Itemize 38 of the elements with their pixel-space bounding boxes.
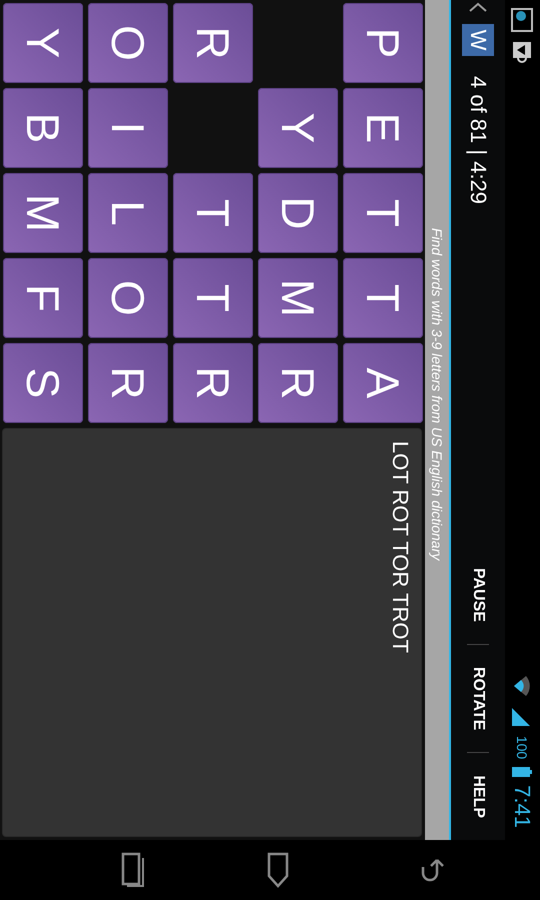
instructions: Find words with 3-9 letters from US English dictionary: [429, 228, 445, 560]
signal-icon: [512, 706, 532, 728]
letter-tile[interactable]: O: [88, 258, 168, 338]
letter-tile[interactable]: F: [3, 258, 83, 338]
home-icon[interactable]: [265, 852, 291, 888]
app-logo[interactable]: W: [462, 24, 494, 56]
progress-title: 4 of 81 | 4:29: [465, 76, 491, 204]
letter-tile[interactable]: R: [88, 343, 168, 423]
letter-tile[interactable]: R: [258, 343, 338, 423]
letter-tile[interactable]: Y: [258, 88, 338, 168]
letter-tile[interactable]: M: [258, 258, 338, 338]
letter-tile[interactable]: I: [88, 88, 168, 168]
letter-tile[interactable]: T: [173, 258, 253, 338]
letter-tile[interactable]: M: [3, 173, 83, 253]
battery-icon: [512, 767, 532, 778]
letter-tile[interactable]: T: [173, 173, 253, 253]
letter-tile[interactable]: A: [343, 343, 423, 423]
back-caret-icon[interactable]: [469, 2, 487, 12]
action-button[interactable]: PAUSE: [469, 554, 487, 636]
letter-tile[interactable]: T: [343, 173, 423, 253]
recents-icon[interactable]: [121, 852, 145, 888]
wifi-icon: [512, 674, 532, 698]
letter-tile[interactable]: P: [343, 3, 423, 83]
letter-tile[interactable]: R: [173, 343, 253, 423]
action-button[interactable]: ROTATE: [469, 652, 487, 744]
letter-tile[interactable]: L: [88, 173, 168, 253]
letter-tile[interactable]: T: [343, 258, 423, 338]
battery-percent: 100: [514, 736, 530, 760]
letter-tile[interactable]: O: [88, 3, 168, 83]
letter-tile[interactable]: D: [258, 173, 338, 253]
action-button[interactable]: HELP: [469, 761, 487, 832]
letter-tile[interactable]: S: [3, 343, 83, 423]
letter-tile[interactable]: B: [3, 88, 83, 168]
clock: 7:41: [510, 785, 536, 828]
found-words: LOT ROT TOR TROT: [388, 441, 413, 653]
letter-tile[interactable]: E: [343, 88, 423, 168]
letter-tile[interactable]: R: [173, 3, 253, 83]
letter-tile[interactable]: Y: [3, 3, 83, 83]
